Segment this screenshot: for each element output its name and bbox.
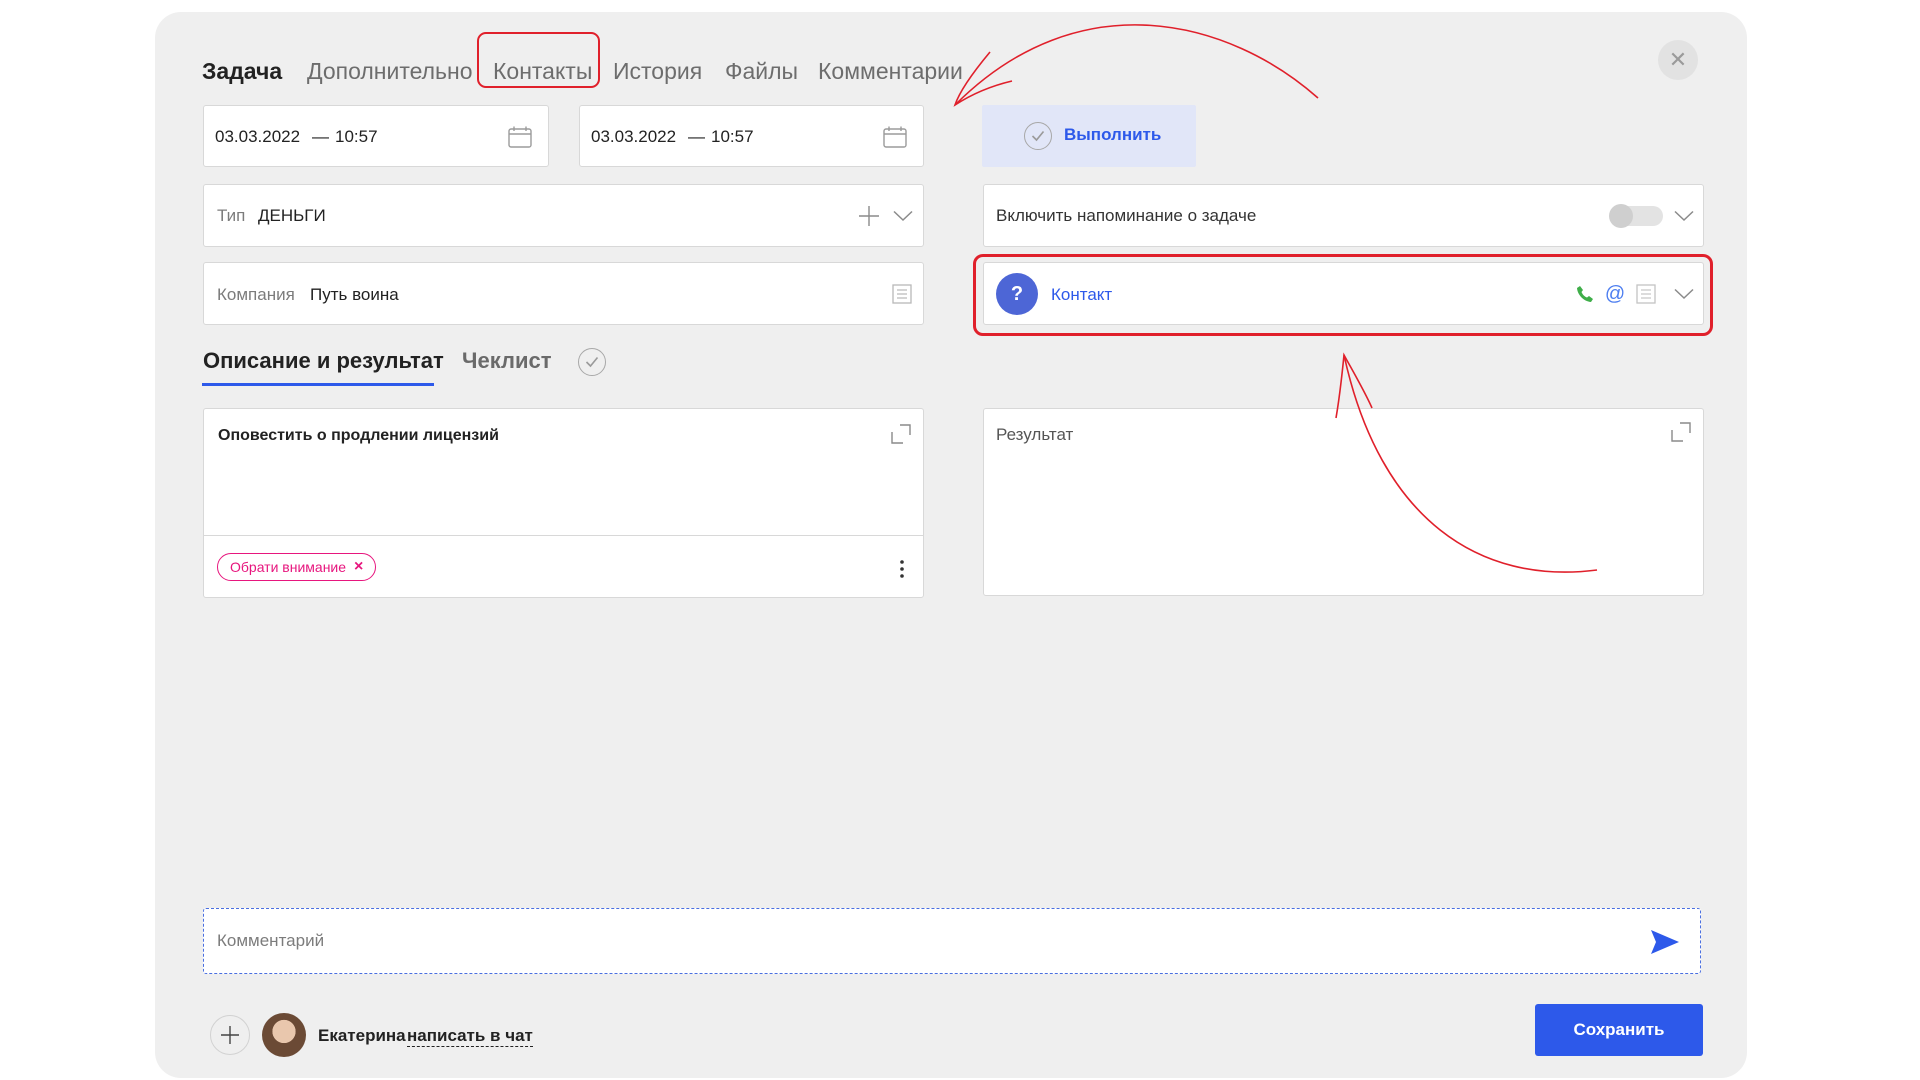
date-end-separator: — (688, 127, 705, 146)
calendar-icon[interactable] (882, 124, 908, 150)
date-start-time: 10:57 (335, 127, 378, 146)
company-field[interactable]: Компания Путь воина (203, 262, 924, 325)
attention-tag-label: Обрати внимание (230, 559, 347, 575)
result-placeholder: Результат (996, 425, 1074, 444)
subtab-description[interactable]: Описание и результат (203, 348, 444, 374)
tab-task[interactable]: Задача (202, 58, 282, 85)
send-icon[interactable] (1649, 927, 1681, 957)
expand-icon[interactable] (890, 423, 912, 445)
date-start-date: 03.03.2022 (215, 127, 301, 146)
attention-tag[interactable]: Обрати внимание × (217, 553, 377, 581)
description-text: Оповестить о продлении лицензий (218, 427, 499, 444)
kebab-menu-icon[interactable] (894, 557, 910, 581)
write-to-chat-link[interactable]: написать в чат (407, 1026, 533, 1047)
reminder-field[interactable]: Включить напоминание о задаче (983, 184, 1704, 247)
document-icon[interactable] (891, 283, 913, 305)
checklist-check-icon[interactable] (578, 348, 606, 376)
reminder-toggle[interactable] (1609, 204, 1663, 228)
execute-button[interactable]: Выполнить (982, 105, 1196, 167)
result-box[interactable]: Результат (983, 408, 1704, 596)
tab-comments[interactable]: Комментарии (818, 58, 963, 85)
date-end-date: 03.03.2022 (591, 127, 677, 146)
add-button[interactable] (210, 1015, 250, 1055)
check-icon (1024, 122, 1052, 150)
remove-tag-icon[interactable]: × (354, 558, 363, 576)
tab-files[interactable]: Файлы (725, 58, 798, 85)
toggle-knob (1609, 204, 1633, 228)
tab-history[interactable]: История (613, 58, 702, 85)
reminder-label: Включить напоминание о задаче (996, 206, 1257, 225)
type-label: Тип (217, 206, 246, 225)
expand-icon[interactable] (1670, 421, 1692, 443)
calendar-icon[interactable] (507, 124, 533, 150)
chevron-down-icon[interactable] (890, 203, 916, 229)
description-divider (204, 535, 923, 536)
date-end-field[interactable]: 03.03.2022 — 10:57 (579, 105, 924, 167)
comment-input[interactable]: Комментарий (203, 908, 1701, 974)
date-end-time: 10:57 (711, 127, 754, 146)
chevron-down-icon[interactable] (1671, 203, 1697, 229)
close-button[interactable]: ✕ (1658, 40, 1698, 80)
date-start-separator: — (312, 127, 329, 146)
comment-placeholder: Комментарий (217, 931, 325, 950)
plus-icon[interactable] (856, 203, 882, 229)
date-start-field[interactable]: 03.03.2022 — 10:57 (203, 105, 549, 167)
type-field[interactable]: Тип ДЕНЬГИ (203, 184, 924, 247)
plus-icon (221, 1026, 239, 1044)
close-icon: ✕ (1668, 47, 1688, 72)
avatar[interactable] (262, 1013, 306, 1057)
user-name: Екатерина (318, 1026, 406, 1045)
tab-additional[interactable]: Дополнительно (307, 58, 473, 85)
company-value: Путь воина (310, 285, 399, 304)
execute-button-label: Выполнить (1064, 125, 1162, 144)
subtab-checklist[interactable]: Чеклист (462, 348, 551, 374)
active-subtab-underline (202, 383, 434, 386)
annotation-highlight-contacts-tab (477, 32, 600, 88)
save-button[interactable]: Сохранить (1535, 1004, 1703, 1056)
company-label: Компания (217, 285, 295, 304)
type-value: ДЕНЬГИ (258, 206, 326, 225)
annotation-highlight-contact (973, 254, 1713, 336)
